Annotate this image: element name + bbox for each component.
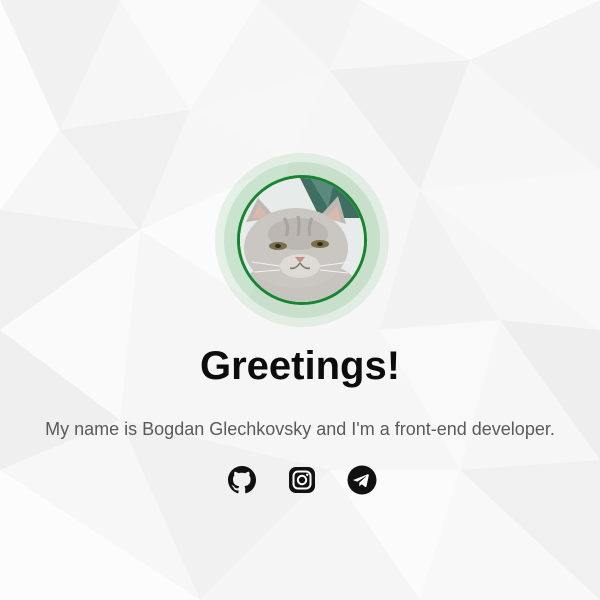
github-icon [228, 466, 256, 494]
telegram-icon [347, 465, 377, 495]
telegram-link[interactable] [346, 464, 378, 496]
page-title: Greetings! [199, 344, 401, 388]
instagram-link[interactable] [286, 464, 318, 496]
page-content: Greetings! My name is Bogdan Glechkovsky… [0, 0, 600, 600]
intro-text: My name is Bogdan Glechkovsky and I'm a … [45, 419, 555, 439]
social-links [0, 464, 600, 496]
avatar [215, 153, 389, 327]
github-link[interactable] [226, 464, 258, 496]
avatar-photo [237, 175, 367, 305]
instagram-icon [289, 467, 315, 493]
